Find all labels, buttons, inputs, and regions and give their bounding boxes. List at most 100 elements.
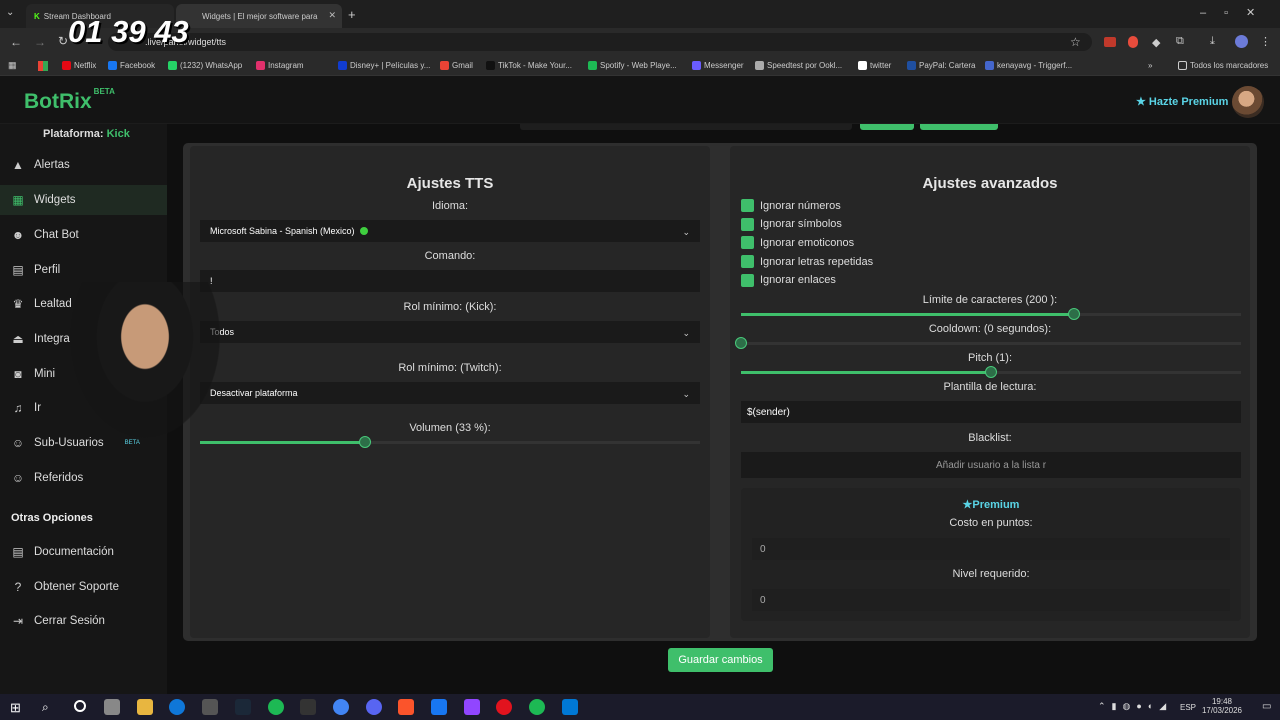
bookmark-item[interactable]: Gmail xyxy=(440,61,473,70)
save-button[interactable]: Guardar cambios xyxy=(668,648,773,672)
checkbox-checked-icon[interactable] xyxy=(741,236,754,250)
tab-widgets[interactable]: Widgets | El mejor software para ✕ xyxy=(176,4,342,28)
sidebar-item-help[interactable]: ? Obtener Soporte xyxy=(11,580,119,594)
clock[interactable]: 19:48 17/03/2026 xyxy=(1200,697,1244,715)
steam-icon[interactable] xyxy=(234,699,251,715)
obs-icon[interactable] xyxy=(202,699,219,715)
sidebar-item-alertas[interactable]: ▲ Alertas xyxy=(11,158,70,172)
new-tab-icon[interactable]: + xyxy=(348,7,356,22)
extension-icon[interactable] xyxy=(1128,36,1138,48)
extension-icon[interactable]: ◆ xyxy=(1152,36,1160,49)
forward-icon[interactable]: → xyxy=(34,35,46,49)
system-tray-icons[interactable]: ⌃▮◍●◐◢ xyxy=(1098,701,1172,712)
sidebar-item-doc[interactable]: ▤ Documentación xyxy=(11,545,114,559)
all-bookmarks[interactable]: Todos los marcadores xyxy=(1178,61,1268,70)
sidebar-item-lealtad[interactable]: ♛ Lealtad xyxy=(11,297,72,311)
bookmark-item[interactable]: Messenger xyxy=(692,61,744,70)
back-icon[interactable]: ← xyxy=(10,35,22,49)
spotify-icon[interactable] xyxy=(267,699,284,715)
brave-icon[interactable] xyxy=(398,699,415,715)
sidebar-item-integra[interactable]: ⏏ Integra xyxy=(11,332,69,346)
bookmark-item[interactable]: Disney+ | Películas y... xyxy=(338,61,430,70)
sidebar-item-mini[interactable]: ◙ Mini xyxy=(11,367,55,381)
premium-button[interactable]: ★ Hazte Premium xyxy=(1136,95,1228,108)
facebook-icon[interactable] xyxy=(431,699,447,715)
template-input[interactable]: $(sender) xyxy=(741,401,1241,423)
bookmark-item[interactable]: TikTok - Make Your... xyxy=(486,61,572,70)
sidebar-item-referidos[interactable]: ☺ Referidos xyxy=(11,471,83,485)
puzzle-icon[interactable]: ⧉ xyxy=(1176,35,1184,48)
cortana-icon[interactable] xyxy=(74,700,86,712)
checkbox-option[interactable]: Ignorar números xyxy=(741,199,841,212)
bookmark-label: twitter xyxy=(870,61,892,70)
checkbox-option[interactable]: Ignorar enlaces xyxy=(741,273,836,287)
char-limit-slider[interactable] xyxy=(741,308,1241,320)
extension-icon[interactable] xyxy=(1104,37,1116,47)
star-icon[interactable]: ☆ xyxy=(1070,35,1081,49)
sidebar-item-perfil[interactable]: ▤ Perfil xyxy=(11,263,60,277)
download-icon[interactable]: ⤓ xyxy=(1210,35,1215,48)
checkbox-checked-icon[interactable] xyxy=(741,255,754,269)
menu-icon[interactable]: ⋮ xyxy=(1260,35,1271,48)
search-icon[interactable]: ⌕ xyxy=(42,700,49,715)
cooldown-slider[interactable] xyxy=(735,337,1241,349)
bookmark-item[interactable]: Speedtest por Ookl... xyxy=(755,61,842,70)
role-twitch-select[interactable]: Desactivar plataforma ⌄ xyxy=(200,382,700,404)
top-button[interactable] xyxy=(860,124,914,130)
sidebar-item-ir[interactable]: ♫ Ir xyxy=(11,401,42,415)
reload-icon[interactable]: ↻ xyxy=(58,34,68,48)
sidebar-item-widgets[interactable]: ▦ Widgets xyxy=(0,185,167,215)
window-controls[interactable]: –▫✕ xyxy=(1200,6,1273,19)
language-indicator[interactable]: ESP xyxy=(1180,703,1196,712)
pitch-slider[interactable] xyxy=(741,366,1241,378)
profile-icon[interactable] xyxy=(1235,35,1248,48)
volume-slider[interactable] xyxy=(200,436,700,448)
avatar[interactable] xyxy=(1232,86,1264,118)
apps-icon[interactable]: ▦ xyxy=(8,60,17,71)
checkbox-checked-icon[interactable] xyxy=(741,217,754,231)
bookmark-item[interactable]: twitter xyxy=(858,61,891,70)
url-field[interactable] xyxy=(108,33,1092,51)
file-explorer-icon[interactable] xyxy=(136,699,153,715)
checkbox-checked-icon[interactable] xyxy=(741,273,754,287)
bookmark-item[interactable]: (1232) WhatsApp xyxy=(168,61,242,70)
bookmark-item[interactable]: PayPal: Cartera xyxy=(907,61,975,70)
bookmark-item[interactable]: Instagram xyxy=(256,61,304,70)
discord-icon[interactable] xyxy=(365,699,382,715)
slider-handle[interactable] xyxy=(985,366,997,378)
task-view-icon[interactable] xyxy=(104,699,120,715)
google-apps-icon[interactable] xyxy=(38,61,48,71)
language-select[interactable]: Microsoft Sabina - Spanish (Mexico) ⌄ xyxy=(200,220,700,242)
checkbox-option[interactable]: Ignorar letras repetidas xyxy=(741,255,873,269)
blacklist-input[interactable]: Añadir usuario a la lista r xyxy=(741,452,1241,478)
top-field[interactable] xyxy=(520,124,852,130)
botrix-logo[interactable]: BotRix BETA xyxy=(24,87,115,114)
top-button[interactable] xyxy=(920,124,998,130)
windows-start-icon[interactable]: ⊞ xyxy=(10,700,21,716)
slider-handle[interactable] xyxy=(359,436,371,448)
bookmark-item[interactable]: Netflix xyxy=(62,61,96,70)
close-tab-icon[interactable]: ✕ xyxy=(328,10,336,21)
bookmark-item[interactable]: Facebook xyxy=(108,61,155,70)
spotify-icon[interactable] xyxy=(529,699,546,715)
slider-handle[interactable] xyxy=(735,337,747,349)
more-bookmarks-icon[interactable]: » xyxy=(1148,61,1152,70)
chrome-icon[interactable] xyxy=(332,699,349,715)
media-player-icon[interactable] xyxy=(561,699,578,715)
cost-input[interactable]: 0 xyxy=(752,538,1230,560)
bookmark-item[interactable]: Spotify - Web Playe... xyxy=(588,61,677,70)
role-kick-select[interactable]: Todos ⌄ xyxy=(200,321,700,343)
twitch-icon[interactable] xyxy=(463,699,480,715)
command-input[interactable]: ! xyxy=(200,270,700,292)
notifications-icon[interactable]: ▭ xyxy=(1262,701,1271,712)
checkbox-checked-icon[interactable] xyxy=(741,199,754,212)
tab-search-icon[interactable]: ⌄ xyxy=(6,7,14,18)
sidebar-item-chat bot[interactable]: ☻ Chat Bot xyxy=(11,228,79,242)
checkbox-option[interactable]: Ignorar emoticonos xyxy=(741,236,854,250)
sidebar-item-logout[interactable]: ⇥ Cerrar Sesión xyxy=(11,614,105,628)
level-input[interactable]: 0 xyxy=(752,589,1230,611)
epic-games-icon[interactable] xyxy=(300,699,317,715)
bookmark-item[interactable]: kenayavg - Triggerf... xyxy=(985,61,1072,70)
sidebar-item-sub-usuarios[interactable]: ☺Sub-UsuariosBETA⌄ xyxy=(11,436,175,450)
checkbox-option[interactable]: Ignorar símbolos xyxy=(741,217,842,231)
